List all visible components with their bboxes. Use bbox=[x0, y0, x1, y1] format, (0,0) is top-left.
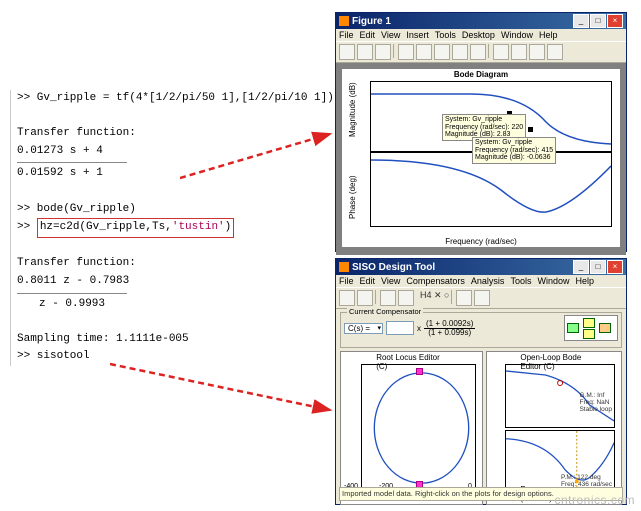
console-line: >> Gv_ripple = tf(4*[1/2/pi/50 1],[1/2/p… bbox=[17, 90, 327, 108]
menu-item[interactable]: Compensators bbox=[406, 276, 465, 286]
toolbar: H4 ✕ ○ bbox=[336, 287, 626, 309]
window-title: Figure 1 bbox=[352, 16, 572, 27]
console-line: >> bode(Gv_ripple) bbox=[17, 201, 327, 219]
toolbar-button[interactable] bbox=[398, 44, 414, 60]
gm-annotation: G.M.: InfFreq: NaNStable loop bbox=[579, 393, 612, 413]
console-line: >> hz=c2d(Gv_ripple,Ts,'tustin') bbox=[17, 218, 327, 238]
data-marker[interactable] bbox=[528, 127, 533, 132]
toolbar-button[interactable] bbox=[511, 44, 527, 60]
maximize-button[interactable]: □ bbox=[590, 14, 606, 28]
pole-marker[interactable] bbox=[416, 368, 423, 375]
y-axis-label: Magnitude (dB) bbox=[348, 82, 357, 137]
menu-item[interactable]: Edit bbox=[360, 30, 376, 40]
menu-item[interactable]: View bbox=[381, 30, 400, 40]
toolbar-button[interactable] bbox=[474, 290, 490, 306]
toolbar-button[interactable] bbox=[434, 44, 450, 60]
panel-title: Current Compensator bbox=[347, 307, 423, 316]
menu-item[interactable]: File bbox=[339, 30, 354, 40]
toolbar-button[interactable] bbox=[380, 290, 396, 306]
compensator-panel: Current Compensator C(s) = x (1 + 0.0092… bbox=[340, 312, 622, 348]
close-button[interactable]: × bbox=[607, 14, 623, 28]
menu-item[interactable]: Window bbox=[537, 276, 569, 286]
toolbar-text: H4 ✕ ○ bbox=[420, 290, 449, 306]
toolbar-button[interactable] bbox=[357, 290, 373, 306]
figure-window: Figure 1 _ □ × File Edit View Insert Tools De… bbox=[335, 12, 627, 252]
y-axis-label: Phase (deg) bbox=[348, 175, 357, 219]
toolbar-button[interactable] bbox=[339, 290, 355, 306]
highlighted-command: hz=c2d(Gv_ripple,Ts,'tustin') bbox=[37, 218, 234, 238]
toolbar-button[interactable] bbox=[357, 44, 373, 60]
console-line: z - 0.9993 bbox=[17, 296, 327, 314]
data-tip: System: Gv_rippleFrequency (rad/sec): 41… bbox=[472, 137, 556, 164]
bode-editor-plot[interactable]: Open-Loop Bode Editor (C) Frequency (rad… bbox=[486, 351, 622, 505]
gain-input[interactable] bbox=[386, 321, 414, 335]
console-line: 0.8011 z - 0.7983 bbox=[17, 273, 327, 291]
siso-content: Current Compensator C(s) = x (1 + 0.0092… bbox=[336, 309, 626, 508]
toolbar bbox=[336, 41, 626, 63]
console-line: Sampling time: 1.1111e-005 bbox=[17, 331, 327, 349]
x-axis-label: Frequency (rad/sec) bbox=[445, 237, 517, 246]
menu-item[interactable]: Edit bbox=[360, 276, 376, 286]
multiply-label: x bbox=[417, 324, 421, 333]
console-line: Transfer function: bbox=[17, 255, 327, 273]
menubar: File Edit View Compensators Analysis Tools Win… bbox=[336, 275, 626, 287]
menu-item[interactable]: Insert bbox=[406, 30, 429, 40]
menu-item[interactable]: View bbox=[381, 276, 400, 286]
toolbar-button[interactable] bbox=[339, 44, 355, 60]
menu-item[interactable]: Tools bbox=[435, 30, 456, 40]
menu-item[interactable]: Help bbox=[575, 276, 594, 286]
architecture-diagram[interactable] bbox=[564, 315, 618, 341]
plot-area: Bode Diagram Magnitude (dB) Phase (deg) … bbox=[336, 63, 626, 255]
plot-title: Bode Diagram bbox=[454, 70, 508, 79]
menu-item[interactable]: Window bbox=[501, 30, 533, 40]
arrow-to-figure bbox=[180, 130, 340, 180]
minimize-button[interactable]: _ bbox=[573, 14, 589, 28]
titlebar[interactable]: SISO Design Tool _ □ × bbox=[336, 259, 626, 275]
toolbar-button[interactable] bbox=[452, 44, 468, 60]
compensator-select[interactable]: C(s) = bbox=[344, 323, 383, 334]
toolbar-button[interactable] bbox=[456, 290, 472, 306]
toolbar-button[interactable] bbox=[547, 44, 563, 60]
root-locus-plot[interactable]: Root Locus Editor (C) Real Axis -400 -20… bbox=[340, 351, 483, 505]
menu-item[interactable]: File bbox=[339, 276, 354, 286]
fraction-rule bbox=[17, 162, 127, 163]
toolbar-button[interactable] bbox=[470, 44, 486, 60]
watermark: cntronics.com bbox=[554, 493, 635, 507]
toolbar-button[interactable] bbox=[416, 44, 432, 60]
menu-item[interactable]: Help bbox=[539, 30, 558, 40]
menu-item[interactable]: Analysis bbox=[471, 276, 505, 286]
arrow-to-sisotool bbox=[110, 360, 340, 420]
compensator-equation: (1 + 0.0092s) (1 + 0.099s) bbox=[424, 320, 475, 337]
fraction-rule bbox=[17, 293, 127, 294]
toolbar-button[interactable] bbox=[375, 44, 391, 60]
toolbar-button[interactable] bbox=[398, 290, 414, 306]
titlebar[interactable]: Figure 1 _ □ × bbox=[336, 13, 626, 29]
maximize-button[interactable]: □ bbox=[590, 260, 606, 274]
matlab-icon bbox=[339, 16, 349, 26]
minimize-button[interactable]: _ bbox=[573, 260, 589, 274]
siso-window: SISO Design Tool _ □ × File Edit View Compe… bbox=[335, 258, 627, 505]
window-title: SISO Design Tool bbox=[352, 262, 572, 273]
menu-item[interactable]: Tools bbox=[510, 276, 531, 286]
toolbar-button[interactable] bbox=[529, 44, 545, 60]
close-button[interactable]: × bbox=[607, 260, 623, 274]
menu-item[interactable]: Desktop bbox=[462, 30, 495, 40]
bode-plot[interactable]: Bode Diagram Magnitude (dB) Phase (deg) … bbox=[342, 69, 620, 247]
matlab-icon bbox=[339, 262, 349, 272]
toolbar-button[interactable] bbox=[493, 44, 509, 60]
menubar: File Edit View Insert Tools Desktop Window Help bbox=[336, 29, 626, 41]
